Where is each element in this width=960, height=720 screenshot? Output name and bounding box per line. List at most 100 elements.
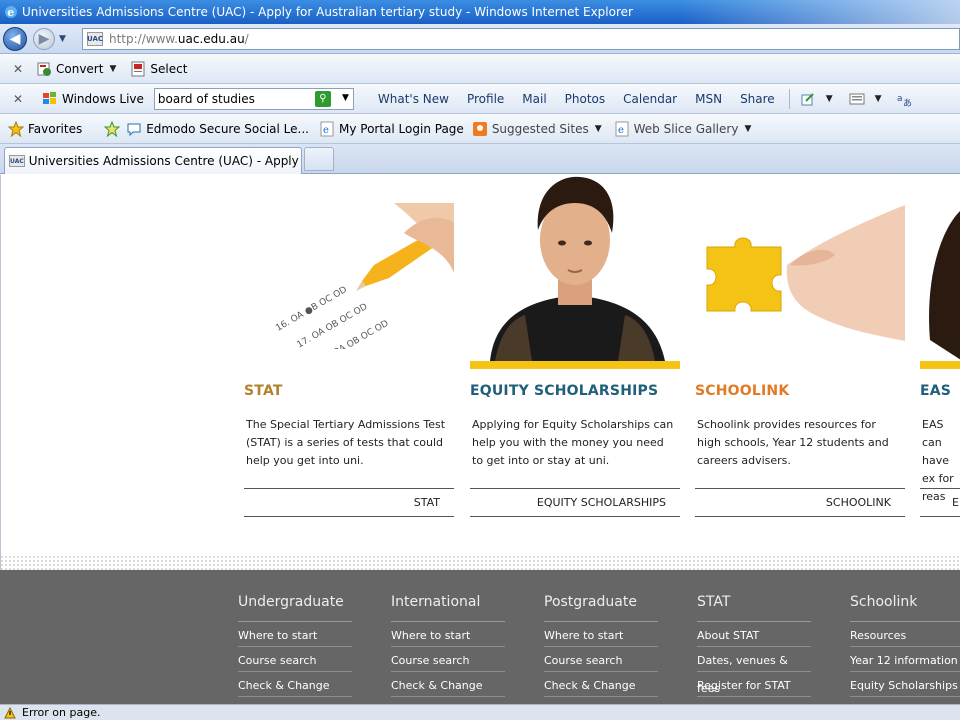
select-button[interactable]: Select (130, 61, 187, 77)
windows-live-toolbar: ✕ Windows Live ⚲ ▼ What's New Profile Ma… (0, 84, 960, 114)
card-title: EQUITY SCHOLARSHIPS (470, 383, 659, 399)
footer-heading: International (391, 594, 505, 622)
link-mail[interactable]: Mail (522, 92, 546, 106)
share-tools-button[interactable]: ▼ (800, 91, 833, 107)
add-favorite-icon (104, 120, 121, 137)
card-link-eas[interactable]: ED (920, 488, 960, 517)
footer-link[interactable]: Course search (238, 647, 352, 672)
fav-item-label: Suggested Sites (491, 121, 589, 136)
stat-test-sheet-image: 16. OA ●B OC OD 17. OA OB OC OD 18. OA O… (266, 203, 454, 349)
footer-link[interactable]: Where to start (391, 622, 505, 647)
back-arrow-icon: ◀ (9, 31, 21, 47)
star-icon (8, 120, 24, 137)
svg-text:e: e (7, 6, 14, 19)
footer-link[interactable]: Register for STAT (697, 672, 811, 697)
puzzle-piece-icon (706, 237, 782, 312)
window-title: Universities Admissions Centre (UAC) - A… (22, 5, 633, 19)
eas-card: EAS EAS can have ex for reas ED (920, 175, 960, 535)
share-edit-icon (801, 92, 814, 105)
url-domain: uac.edu.au (177, 32, 245, 46)
chevron-down-icon[interactable]: ▼ (595, 124, 602, 134)
footer-link[interactable]: About STAT (697, 622, 811, 647)
chevron-down-icon[interactable]: ▼ (875, 94, 882, 104)
footer-heading: Undergraduate (238, 594, 352, 622)
chevron-down-icon[interactable]: ▼ (109, 64, 116, 74)
convert-button[interactable]: Convert ▼ (36, 61, 116, 77)
footer-link[interactable]: Where to start (544, 622, 658, 647)
fav-item-label: My Portal Login Page (339, 121, 464, 136)
reader-icon (849, 93, 865, 104)
link-profile[interactable]: Profile (467, 92, 504, 106)
site-favicon-icon: UAC (9, 155, 25, 167)
link-msn[interactable]: MSN (695, 92, 722, 106)
address-input[interactable]: UAC http://www. uac.edu.au / (82, 28, 960, 50)
add-favorite-button[interactable] (104, 120, 124, 137)
card-link-equity-scholarships[interactable]: EQUITY SCHOLARSHIPS (470, 488, 680, 517)
svg-text:a: a (897, 94, 903, 104)
windows-live-button[interactable]: Windows Live (42, 91, 144, 107)
tab-uac[interactable]: UAC Universities Admissions Centre (UAC)… (4, 147, 302, 174)
ie-logo-icon: e (5, 6, 17, 19)
fav-item-web-slice-gallery[interactable]: e Web Slice Gallery ▼ (614, 121, 751, 137)
convert-toolbar: ✕ Convert ▼ Select (0, 54, 960, 84)
footer-link[interactable]: Course search (391, 647, 505, 672)
site-favicon-icon: UAC (87, 32, 103, 46)
footer-col-international: International Where to start Course sear… (391, 594, 505, 697)
convert-pdf-icon (37, 62, 51, 76)
status-bar: Error on page. (0, 704, 960, 720)
footer-heading: STAT (697, 594, 811, 622)
footer-heading: Schoolink (850, 594, 960, 622)
footer-link[interactable]: Where to start (238, 622, 352, 647)
footer-link[interactable]: Course search (544, 647, 658, 672)
footer-link[interactable]: Check & Change (391, 672, 505, 697)
live-search-input[interactable] (154, 88, 315, 109)
puzzle-hand-image (695, 205, 905, 341)
chevron-down-icon[interactable]: ▼ (744, 124, 751, 134)
chevron-down-icon[interactable]: ▼ (342, 93, 349, 103)
link-whats-new[interactable]: What's New (378, 92, 449, 106)
close-toolbar-icon[interactable]: ✕ (8, 92, 28, 106)
fav-item-suggested-sites[interactable]: Suggested Sites ▼ (472, 121, 602, 137)
card-title: SCHOOLINK (695, 383, 790, 399)
ie-page-icon: e (615, 121, 629, 136)
translate-button[interactable]: aあ (896, 91, 916, 107)
live-search-box: ⚲ ▼ (153, 87, 354, 110)
fav-item-my-portal[interactable]: e My Portal Login Page (319, 121, 464, 137)
card-link-schoolink[interactable]: SCHOOLINK (695, 488, 905, 517)
svg-text:あ: あ (903, 98, 912, 107)
windows-flag-icon (43, 91, 56, 104)
tab-label: Universities Admissions Centre (UAC) - A… (28, 154, 301, 168)
link-share[interactable]: Share (740, 92, 775, 106)
footer-link[interactable]: Resources (850, 622, 960, 647)
svg-text:e: e (618, 125, 624, 136)
title-bar-fade (680, 0, 960, 24)
close-toolbar-icon[interactable]: ✕ (8, 62, 28, 76)
search-icon[interactable]: ⚲ (314, 90, 331, 107)
chevron-down-icon[interactable]: ▼ (826, 94, 833, 104)
convert-label: Convert (56, 61, 104, 76)
card-title: EAS (920, 383, 952, 399)
ie-page-icon: e (320, 121, 334, 136)
warning-icon[interactable] (4, 706, 16, 719)
card-title: STAT (244, 383, 283, 399)
footer-link[interactable]: Equity Scholarships (850, 672, 960, 697)
footer-link[interactable]: Year 12 information (850, 647, 960, 672)
card-description: Applying for Equity Scholarships can hel… (472, 418, 674, 467)
footer-link[interactable]: Dates, venues & fees (697, 647, 811, 695)
card-description: The Special Tertiary Admissions Test (ST… (246, 418, 446, 467)
fav-item-label: Web Slice Gallery (633, 121, 739, 136)
favorites-button[interactable]: Favorites (8, 120, 82, 137)
reader-button[interactable]: ▼ (849, 91, 882, 107)
link-calendar[interactable]: Calendar (623, 92, 677, 106)
translate-icon: aあ (897, 94, 912, 107)
link-photos[interactable]: Photos (565, 92, 605, 106)
history-dropdown-icon[interactable]: ▼ (59, 34, 66, 44)
footer-link[interactable]: Check & Change (544, 672, 658, 697)
status-text: Error on page. (22, 706, 101, 719)
footer-link[interactable]: Check & Change (238, 672, 352, 697)
fav-item-edmodo[interactable]: Edmodo Secure Social Le... (126, 121, 309, 137)
new-tab-button[interactable] (304, 147, 334, 171)
back-button[interactable]: ◀ (3, 27, 27, 51)
forward-button[interactable]: ▶ (33, 28, 55, 50)
card-link-stat[interactable]: STAT (244, 488, 454, 517)
